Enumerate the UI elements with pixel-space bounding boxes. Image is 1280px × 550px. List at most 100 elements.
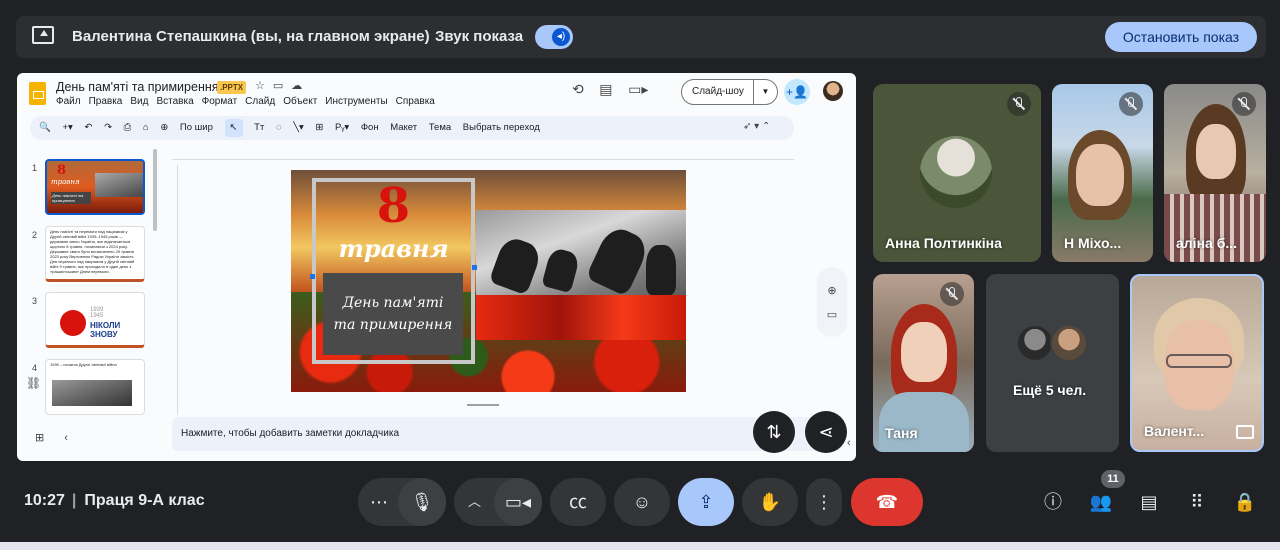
menu-format[interactable]: Формат [202,96,238,107]
theme-button[interactable]: Тема [429,122,451,133]
slide-thumbnail-2[interactable]: День пам'яті та перемоги над нацизмом у … [45,226,145,282]
resize-divider[interactable] [467,404,499,406]
present-screen-icon [32,26,54,44]
present-button[interactable]: ⇪ [678,478,734,526]
captions-button[interactable]: ㏄ [550,478,606,526]
meeting-name[interactable]: Праця 9-А клас [84,492,204,509]
menu-object[interactable]: Объект [283,96,317,107]
shape-icon[interactable]: ◌ [276,122,282,133]
info-icon[interactable]: ⓘ [1039,488,1067,516]
chat-icon[interactable]: ▤ [1135,488,1163,516]
collapse-icon[interactable]: ‹ [847,437,851,449]
leave-call-button[interactable]: ☎ [851,478,923,526]
slides-logo-icon[interactable] [29,82,46,105]
star-icon[interactable]: ☆ [255,80,273,92]
print-icon[interactable]: ⎙ [124,122,132,133]
participant-tile-tanya[interactable]: Таня [873,274,974,452]
more-options-button[interactable]: ⋮ [806,478,842,526]
speaker-notes[interactable]: Нажмите, чтобы добавить заметки докладчи… [172,417,832,451]
select-tool-icon[interactable]: ↖ [224,119,243,137]
pip-icon[interactable] [1236,425,1254,439]
thumb-number: 1 [32,163,38,173]
reactions-button[interactable]: ☺ [614,478,670,526]
zoom-select[interactable]: По шир [180,122,213,133]
chevron-up-icon[interactable]: ︿ [468,478,481,526]
participant-tile-alina[interactable]: аліна б... [1164,84,1266,262]
title-actions: ☆▭☁ [255,79,310,92]
meeting-info: 10:27 | Праця 9-А клас [24,492,205,509]
stop-presenting-button[interactable]: Остановить показ [1105,22,1257,52]
slide-thumbnail-3[interactable]: 1939 1945 НІКОЛИ ЗНОВУ [45,292,145,348]
background-button[interactable]: Фон [361,122,379,133]
slide-thumbnail-4[interactable]: 1939 – початок Другої світової війни [45,359,145,415]
menu-insert[interactable]: Вставка [156,96,193,107]
history-icon[interactable]: ⟲ [572,81,584,97]
comment-add-icon[interactable]: ⊞ [315,122,323,133]
participant-tile-anna[interactable]: Анна Полтинкіна [873,84,1041,262]
paint-format-icon[interactable]: ⌂ [143,122,149,133]
grid-view-icon[interactable]: ⊞‹ [35,431,88,444]
comments-icon[interactable]: ▤ [599,81,612,97]
mic-off-icon [1232,92,1256,116]
menu-edit[interactable]: Правка [89,96,123,107]
zoom-icon[interactable]: ⊕ [160,122,168,133]
microphone-button[interactable]: 🎙 [398,478,446,526]
more-participants-label: Ещё 5 чел. [1013,382,1087,398]
phone-hangup-icon: ☎ [875,492,899,512]
sound-toggle[interactable]: ◂) [535,25,573,49]
mic-off-icon [1119,92,1143,116]
people-count-badge: 11 [1101,470,1125,488]
share-button[interactable]: +👤 [784,79,810,105]
mic-control: ⋯ 🎙 [358,478,446,526]
more-audio-options-icon[interactable]: ⋯ [370,478,388,526]
avatar[interactable] [823,81,843,101]
line-icon[interactable]: ╲▾ [293,122,304,133]
resize-handle[interactable] [472,265,477,270]
raise-hand-button[interactable]: ✋ [742,478,798,526]
menu-tools[interactable]: Инструменты [325,96,387,107]
avatar [1016,324,1054,362]
add-person-icon: +👤 [786,85,808,99]
more-participants-tile[interactable]: Ещё 5 чел. [986,274,1119,452]
layout-button[interactable]: Макет [390,122,417,133]
redo-icon[interactable]: ↷ [104,122,112,133]
pen-tool-icon[interactable]: ➶ ▾ ⌃ [743,121,770,132]
link-icon[interactable]: ⛓ [26,376,41,390]
menu-file[interactable]: Файл [56,96,81,107]
cloud-icon[interactable]: ☁ [291,80,310,92]
slideshow-button[interactable]: Слайд-шоу ▼ [681,79,778,105]
participant-tile-n[interactable]: Н Міхо... [1052,84,1153,262]
apps-icon[interactable]: ⠿ [1183,488,1211,516]
thumbnails-scrollbar[interactable] [153,149,157,231]
add-icon[interactable]: ⊕ [817,279,847,303]
people-icon[interactable]: 👥 [1087,488,1115,516]
menu-help[interactable]: Справка [396,96,435,107]
chevron-down-icon[interactable]: ▼ [753,80,777,104]
slide-thumbnail-1[interactable]: 8 травня День пам'яті та примирення [45,159,145,215]
meet-icon[interactable]: ▭▸ [628,81,648,97]
participant-name: аліна б... [1176,235,1238,251]
swap-icon[interactable]: ⇅ [753,411,795,453]
resize-handle[interactable] [310,274,315,279]
document-title[interactable]: День пам'яті та примирення [56,80,219,94]
participant-name: Таня [885,425,918,441]
slide-canvas[interactable]: 8 травня День пам'яті та примирення [291,170,686,392]
menu-view[interactable]: Вид [130,96,148,107]
host-controls-icon[interactable]: 🔒 [1231,488,1259,516]
text-box-icon[interactable]: Tт [254,122,264,133]
camera-button[interactable]: ▭◂ [494,478,542,526]
new-slide-icon[interactable]: +▾ [62,122,72,133]
search-icon[interactable]: 🔍 [39,122,51,133]
undo-icon[interactable]: ↶ [84,122,92,133]
transition-button[interactable]: Выбрать переход [463,122,540,133]
share-icon[interactable]: ⋖ [805,411,847,453]
mic-off-icon [940,282,964,306]
folder-icon[interactable]: ▭ [273,80,291,92]
participant-name: Анна Полтинкіна [885,235,1002,251]
presenter-label: Валентина Степашкина (вы, на главном экр… [72,28,430,45]
slide-subtitle: День пам'яті та примирення [333,295,453,333]
menu-slide[interactable]: Слайд [245,96,275,107]
text-style-icon[interactable]: Pᵧ▾ [335,122,349,133]
participant-tile-self[interactable]: Валент... [1130,274,1264,452]
folder-icon[interactable]: ▭ [817,303,847,327]
